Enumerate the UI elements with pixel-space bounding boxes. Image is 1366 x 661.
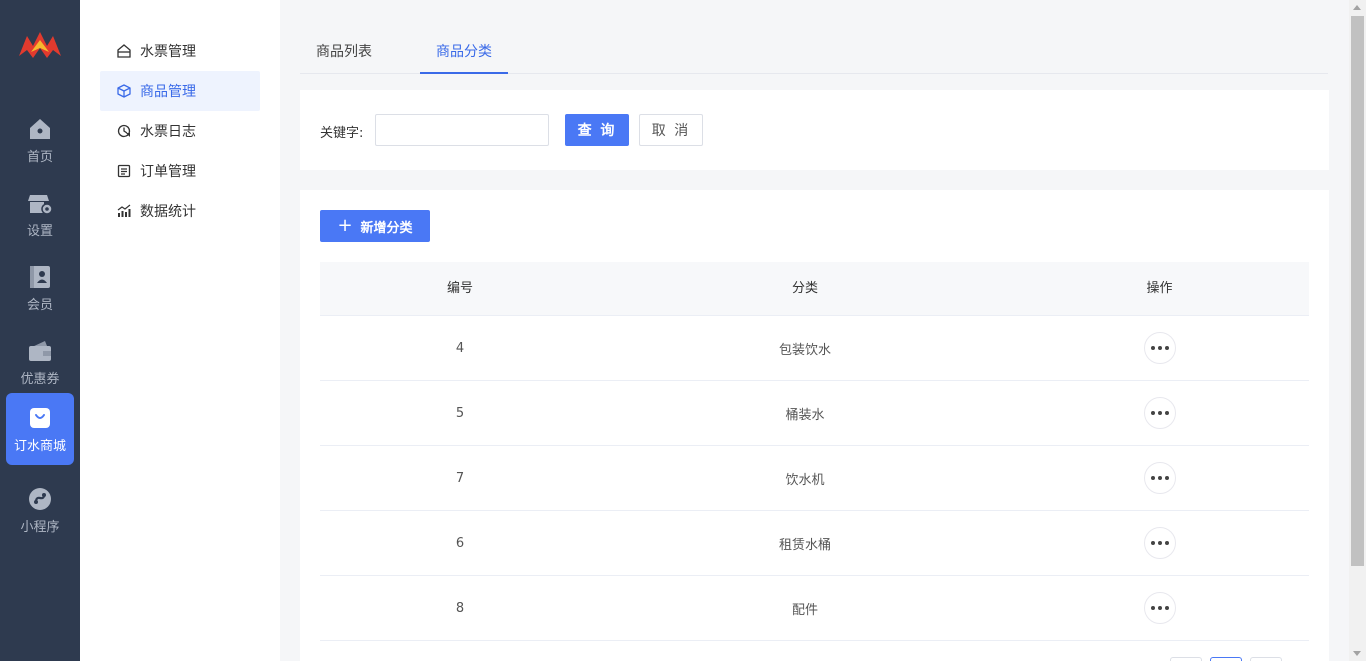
more-actions-button[interactable] <box>1143 462 1176 494</box>
add-category-label: 新增分类 <box>360 220 413 236</box>
home-icon <box>27 116 53 142</box>
keyword-label: 关键字: <box>320 126 364 141</box>
nav-item-coupon[interactable]: 优惠券 <box>6 326 74 398</box>
keyword-input[interactable] <box>375 114 549 146</box>
table-row: 6 租赁水桶 <box>320 511 1309 576</box>
more-actions-button[interactable] <box>1143 332 1176 364</box>
sub-item-statistics[interactable]: 数据统计 <box>100 191 260 231</box>
sub-item-label: 商品管理 <box>140 84 196 100</box>
pagination-page-button[interactable] <box>1210 657 1242 661</box>
sub-item-orders[interactable]: 订单管理 <box>100 151 260 191</box>
table-row: 5 桶装水 <box>320 381 1309 446</box>
column-header-category: 分类 <box>791 281 818 296</box>
pagination-prev-button[interactable] <box>1170 657 1202 661</box>
nav-item-label: 会员 <box>26 297 53 313</box>
main-nav: 首页 设置 会员 优惠券 订水商城 小程序 <box>0 0 80 661</box>
cell-category: 包装饮水 <box>778 342 831 358</box>
brand-logo[interactable] <box>17 28 63 64</box>
ticket-icon <box>116 43 132 59</box>
nav-item-mini-program[interactable]: 小程序 <box>6 474 74 546</box>
cell-category: 配件 <box>791 602 818 618</box>
sub-menu: 水票管理 商品管理 水票日志 订单管理 数据统计 <box>80 0 280 661</box>
category-card: + 新增分类 编号 分类 操作 4 包装饮水 5 桶装水 7 饮水机 6 租赁水… <box>300 190 1329 661</box>
cell-id: 8 <box>455 600 465 616</box>
goods-tabs: 商品列表 商品分类 <box>300 30 1328 74</box>
mini-program-icon <box>27 486 53 512</box>
clock-pie-icon <box>116 123 132 139</box>
nav-item-settings[interactable]: 设置 <box>6 178 74 250</box>
page-scrollbar[interactable] <box>1349 0 1366 661</box>
cell-id: 4 <box>455 340 465 356</box>
column-header-actions: 操作 <box>1146 281 1173 296</box>
category-table: 编号 分类 操作 4 包装饮水 5 桶装水 7 饮水机 6 租赁水桶 8 配件 <box>320 262 1309 641</box>
query-button[interactable]: 查 询 <box>565 114 629 146</box>
nav-item-label: 小程序 <box>20 519 60 535</box>
nav-item-label: 优惠券 <box>20 371 60 387</box>
table-header: 编号 分类 操作 <box>320 262 1309 316</box>
table-row: 7 饮水机 <box>320 446 1309 511</box>
cell-category: 租赁水桶 <box>778 537 831 553</box>
more-dots-icon <box>1150 476 1169 480</box>
more-dots-icon <box>1150 541 1169 545</box>
cell-category: 桶装水 <box>785 407 825 423</box>
sub-item-label: 水票管理 <box>140 44 196 60</box>
sub-item-goods[interactable]: 商品管理 <box>100 71 260 111</box>
more-dots-icon <box>1150 411 1169 415</box>
nav-item-label: 设置 <box>26 223 53 239</box>
list-doc-icon <box>116 163 132 179</box>
scroll-up-icon[interactable] <box>1353 5 1361 10</box>
sub-item-label: 数据统计 <box>140 204 196 220</box>
sub-item-ticket-log[interactable]: 水票日志 <box>100 111 260 151</box>
nav-item-label: 首页 <box>26 149 53 165</box>
nav-item-home[interactable]: 首页 <box>6 104 74 176</box>
nav-item-label: 订水商城 <box>13 438 66 454</box>
more-actions-button[interactable] <box>1143 592 1176 624</box>
sub-item-water-ticket[interactable]: 水票管理 <box>100 31 260 71</box>
wallet-icon <box>27 338 53 364</box>
scroll-down-icon[interactable] <box>1353 651 1361 656</box>
add-category-button[interactable]: + 新增分类 <box>320 210 430 242</box>
member-card-icon <box>27 264 53 290</box>
cell-id: 6 <box>455 535 465 551</box>
table-row: 4 包装饮水 <box>320 316 1309 381</box>
nav-item-water-mall[interactable]: 订水商城 <box>6 393 74 465</box>
more-actions-button[interactable] <box>1143 397 1176 429</box>
cell-id: 7 <box>455 470 465 486</box>
tab-goods-list[interactable]: 商品列表 <box>300 30 388 74</box>
sub-item-label: 水票日志 <box>140 124 196 140</box>
more-dots-icon <box>1150 606 1169 610</box>
plus-icon: + <box>337 215 353 236</box>
cancel-button[interactable]: 取 消 <box>639 114 703 146</box>
cube-icon <box>116 83 132 99</box>
column-header-id: 编号 <box>446 281 473 296</box>
nav-item-member[interactable]: 会员 <box>6 252 74 324</box>
filter-panel: 关键字: 查 询 取 消 <box>300 90 1329 170</box>
store-settings-icon <box>27 190 53 216</box>
cell-id: 5 <box>455 405 465 421</box>
pagination-next-button[interactable] <box>1250 657 1282 661</box>
sub-item-label: 订单管理 <box>140 164 196 180</box>
more-actions-button[interactable] <box>1143 527 1176 559</box>
tab-goods-category[interactable]: 商品分类 <box>420 30 508 74</box>
cell-category: 饮水机 <box>785 472 825 488</box>
scroll-thumb[interactable] <box>1351 16 1364 566</box>
more-dots-icon <box>1150 346 1169 350</box>
shopping-bag-icon <box>27 405 53 431</box>
table-row: 8 配件 <box>320 576 1309 641</box>
chart-icon <box>116 203 132 219</box>
